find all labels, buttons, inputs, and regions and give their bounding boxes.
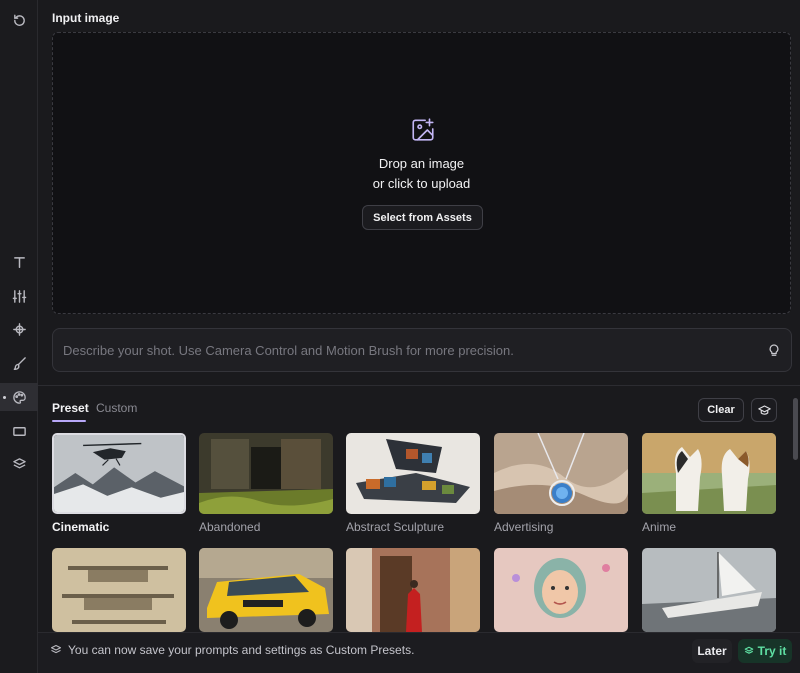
preset-tile-cinematic[interactable] [52, 433, 186, 514]
active-tab-underline [52, 420, 86, 422]
history-icon [13, 14, 25, 26]
aspect-ratio-button[interactable] [5, 417, 33, 445]
later-button[interactable]: Later [692, 639, 732, 663]
settings-sliders-button[interactable] [5, 282, 33, 310]
select-from-assets-button[interactable]: Select from Assets [362, 205, 483, 230]
preset-label-cinematic: Cinematic [52, 520, 110, 534]
brush-icon [13, 356, 26, 370]
section-divider [38, 385, 800, 386]
layers-icon [744, 646, 753, 654]
layers-icon [12, 457, 26, 468]
preset-tile-abstract-sculpture[interactable] [346, 433, 480, 514]
layers-button[interactable] [5, 450, 33, 478]
main-panel: Input image Drop an image or click to up… [38, 0, 800, 673]
preset-tile-sailing[interactable] [642, 548, 776, 632]
app-root: Input image Drop an image or click to up… [0, 0, 800, 673]
camera-control-button[interactable] [5, 315, 33, 343]
tab-preset[interactable]: Preset [52, 401, 89, 415]
preset-label-abandoned: Abandoned [199, 520, 261, 534]
preset-tile-street[interactable] [346, 548, 480, 632]
scrollbar[interactable] [793, 398, 798, 460]
abstract-sculpture-thumbnail [346, 433, 480, 514]
preset-tile-architecture[interactable] [52, 548, 186, 632]
drop-text-line2: or click to upload [372, 176, 471, 191]
text-icon [13, 256, 25, 268]
style-presets-button[interactable] [0, 383, 38, 411]
preset-tile-abandoned[interactable] [199, 433, 333, 514]
text-tool-button[interactable] [5, 248, 33, 276]
taxi-thumbnail [199, 548, 333, 632]
banner-text: You can now save your prompts and settin… [68, 643, 415, 657]
cinematic-thumbnail [54, 435, 184, 512]
preset-label-anime: Anime [642, 520, 677, 534]
camera-move-icon [12, 322, 26, 336]
tutorial-button[interactable] [751, 398, 777, 422]
preset-label-abstract-sculpture: Abstract Sculpture [346, 520, 445, 534]
input-image-title: Input image [52, 11, 120, 25]
preset-label-advertising: Advertising [494, 520, 554, 534]
image-plus-icon [412, 118, 434, 141]
image-dropzone[interactable]: Drop an image or click to upload Select … [52, 32, 791, 314]
lightbulb-icon[interactable] [767, 343, 781, 357]
prompt-box [52, 328, 792, 372]
abandoned-thumbnail [199, 433, 333, 514]
preset-tile-advertising[interactable] [494, 433, 628, 514]
motion-brush-button[interactable] [5, 349, 33, 377]
try-it-button[interactable]: Try it [738, 639, 792, 663]
prompt-input[interactable] [63, 329, 743, 371]
active-indicator [3, 396, 6, 399]
preset-tile-clay[interactable] [494, 548, 628, 632]
aspect-ratio-icon [12, 426, 26, 436]
sliders-icon [12, 289, 26, 303]
tab-custom[interactable]: Custom [96, 401, 137, 415]
graduation-cap-icon [757, 404, 771, 415]
tool-sidebar [0, 0, 38, 673]
street-thumbnail [346, 548, 480, 632]
drop-text-line1: Drop an image [378, 156, 465, 171]
history-button[interactable] [5, 6, 33, 34]
try-it-label: Try it [757, 644, 787, 658]
clay-thumbnail [494, 548, 628, 632]
clear-button[interactable]: Clear [698, 398, 744, 422]
custom-presets-banner: You can now save your prompts and settin… [38, 632, 800, 673]
architecture-thumbnail [52, 548, 186, 632]
advertising-thumbnail [494, 433, 628, 514]
layers-icon [50, 644, 62, 654]
anime-thumbnail [642, 433, 776, 514]
palette-icon [12, 390, 26, 404]
preset-tile-anime[interactable] [642, 433, 776, 514]
sailing-thumbnail [642, 548, 776, 632]
preset-tile-taxi[interactable] [199, 548, 333, 632]
